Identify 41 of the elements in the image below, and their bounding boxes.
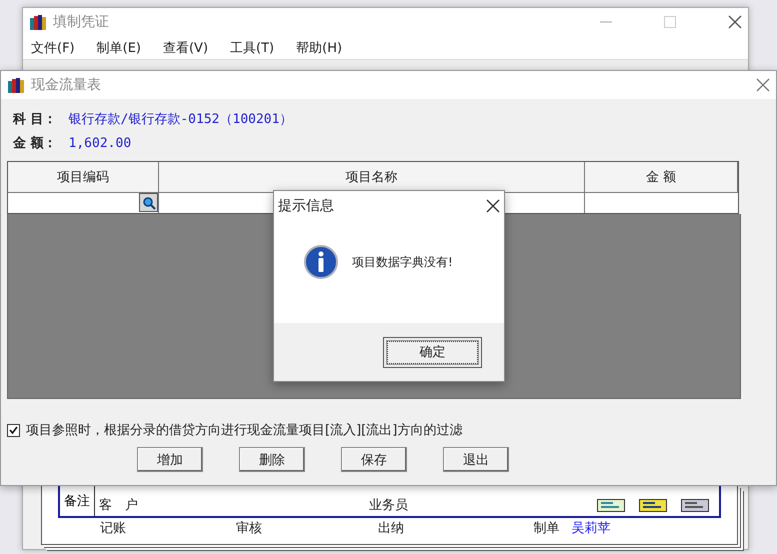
- dialog-button[interactable]: 退出: [443, 447, 509, 472]
- dialog-button[interactable]: 保存: [341, 447, 407, 472]
- signature-label: 审核: [236, 520, 262, 537]
- dialog-button[interactable]: 删除: [239, 447, 305, 472]
- search-button[interactable]: [139, 193, 158, 212]
- signature-name: 吴莉苹: [572, 520, 611, 537]
- column-header: 项目编码: [8, 162, 159, 193]
- column-header: 项目名称: [159, 162, 585, 193]
- books-icon: [7, 76, 25, 94]
- menu-item[interactable]: 工具(T): [230, 38, 274, 56]
- menu-item[interactable]: 查看(V): [162, 38, 208, 56]
- menu-item[interactable]: 帮助(H): [296, 38, 342, 56]
- ok-button[interactable]: 确定: [383, 336, 482, 368]
- signature-label: 记账: [100, 520, 126, 537]
- card-icon[interactable]: [681, 499, 709, 512]
- check-icon: [9, 426, 18, 434]
- amount-label: 金 额：: [13, 134, 57, 152]
- checkbox-label: 项目参照时，根据分录的借贷方向进行现金流量项目[流入][流出]方向的过滤: [26, 422, 462, 439]
- account-value: 银行存款/银行存款-0152（100201）: [68, 111, 292, 128]
- info-icon: [304, 245, 338, 279]
- menu-item[interactable]: 制单(E): [96, 38, 141, 56]
- menu-item[interactable]: 文件(F): [31, 38, 75, 56]
- column-header: 金 额: [585, 162, 738, 193]
- signature-label: 制单: [534, 520, 560, 537]
- search-icon: [142, 196, 156, 210]
- dialog-button[interactable]: 增加: [137, 447, 203, 472]
- message-text: 项目数据字典没有!: [352, 254, 453, 270]
- message-title: 提示信息: [278, 197, 335, 215]
- signature-label: 出纳: [378, 520, 404, 537]
- close-icon[interactable]: [728, 15, 742, 29]
- card-icon[interactable]: [597, 499, 625, 512]
- window-title: 填制凭证: [53, 13, 110, 31]
- close-icon[interactable]: [486, 199, 500, 213]
- account-label: 科 目：: [13, 111, 57, 128]
- field-label: 业务员: [369, 497, 409, 514]
- checkbox[interactable]: [7, 424, 20, 436]
- dialog-title: 现金流量表: [31, 76, 102, 94]
- amount-value: 1,602.00: [68, 136, 132, 150]
- books-icon: [29, 13, 47, 31]
- field-label: 客 户: [99, 497, 139, 514]
- card-icon[interactable]: [639, 499, 667, 512]
